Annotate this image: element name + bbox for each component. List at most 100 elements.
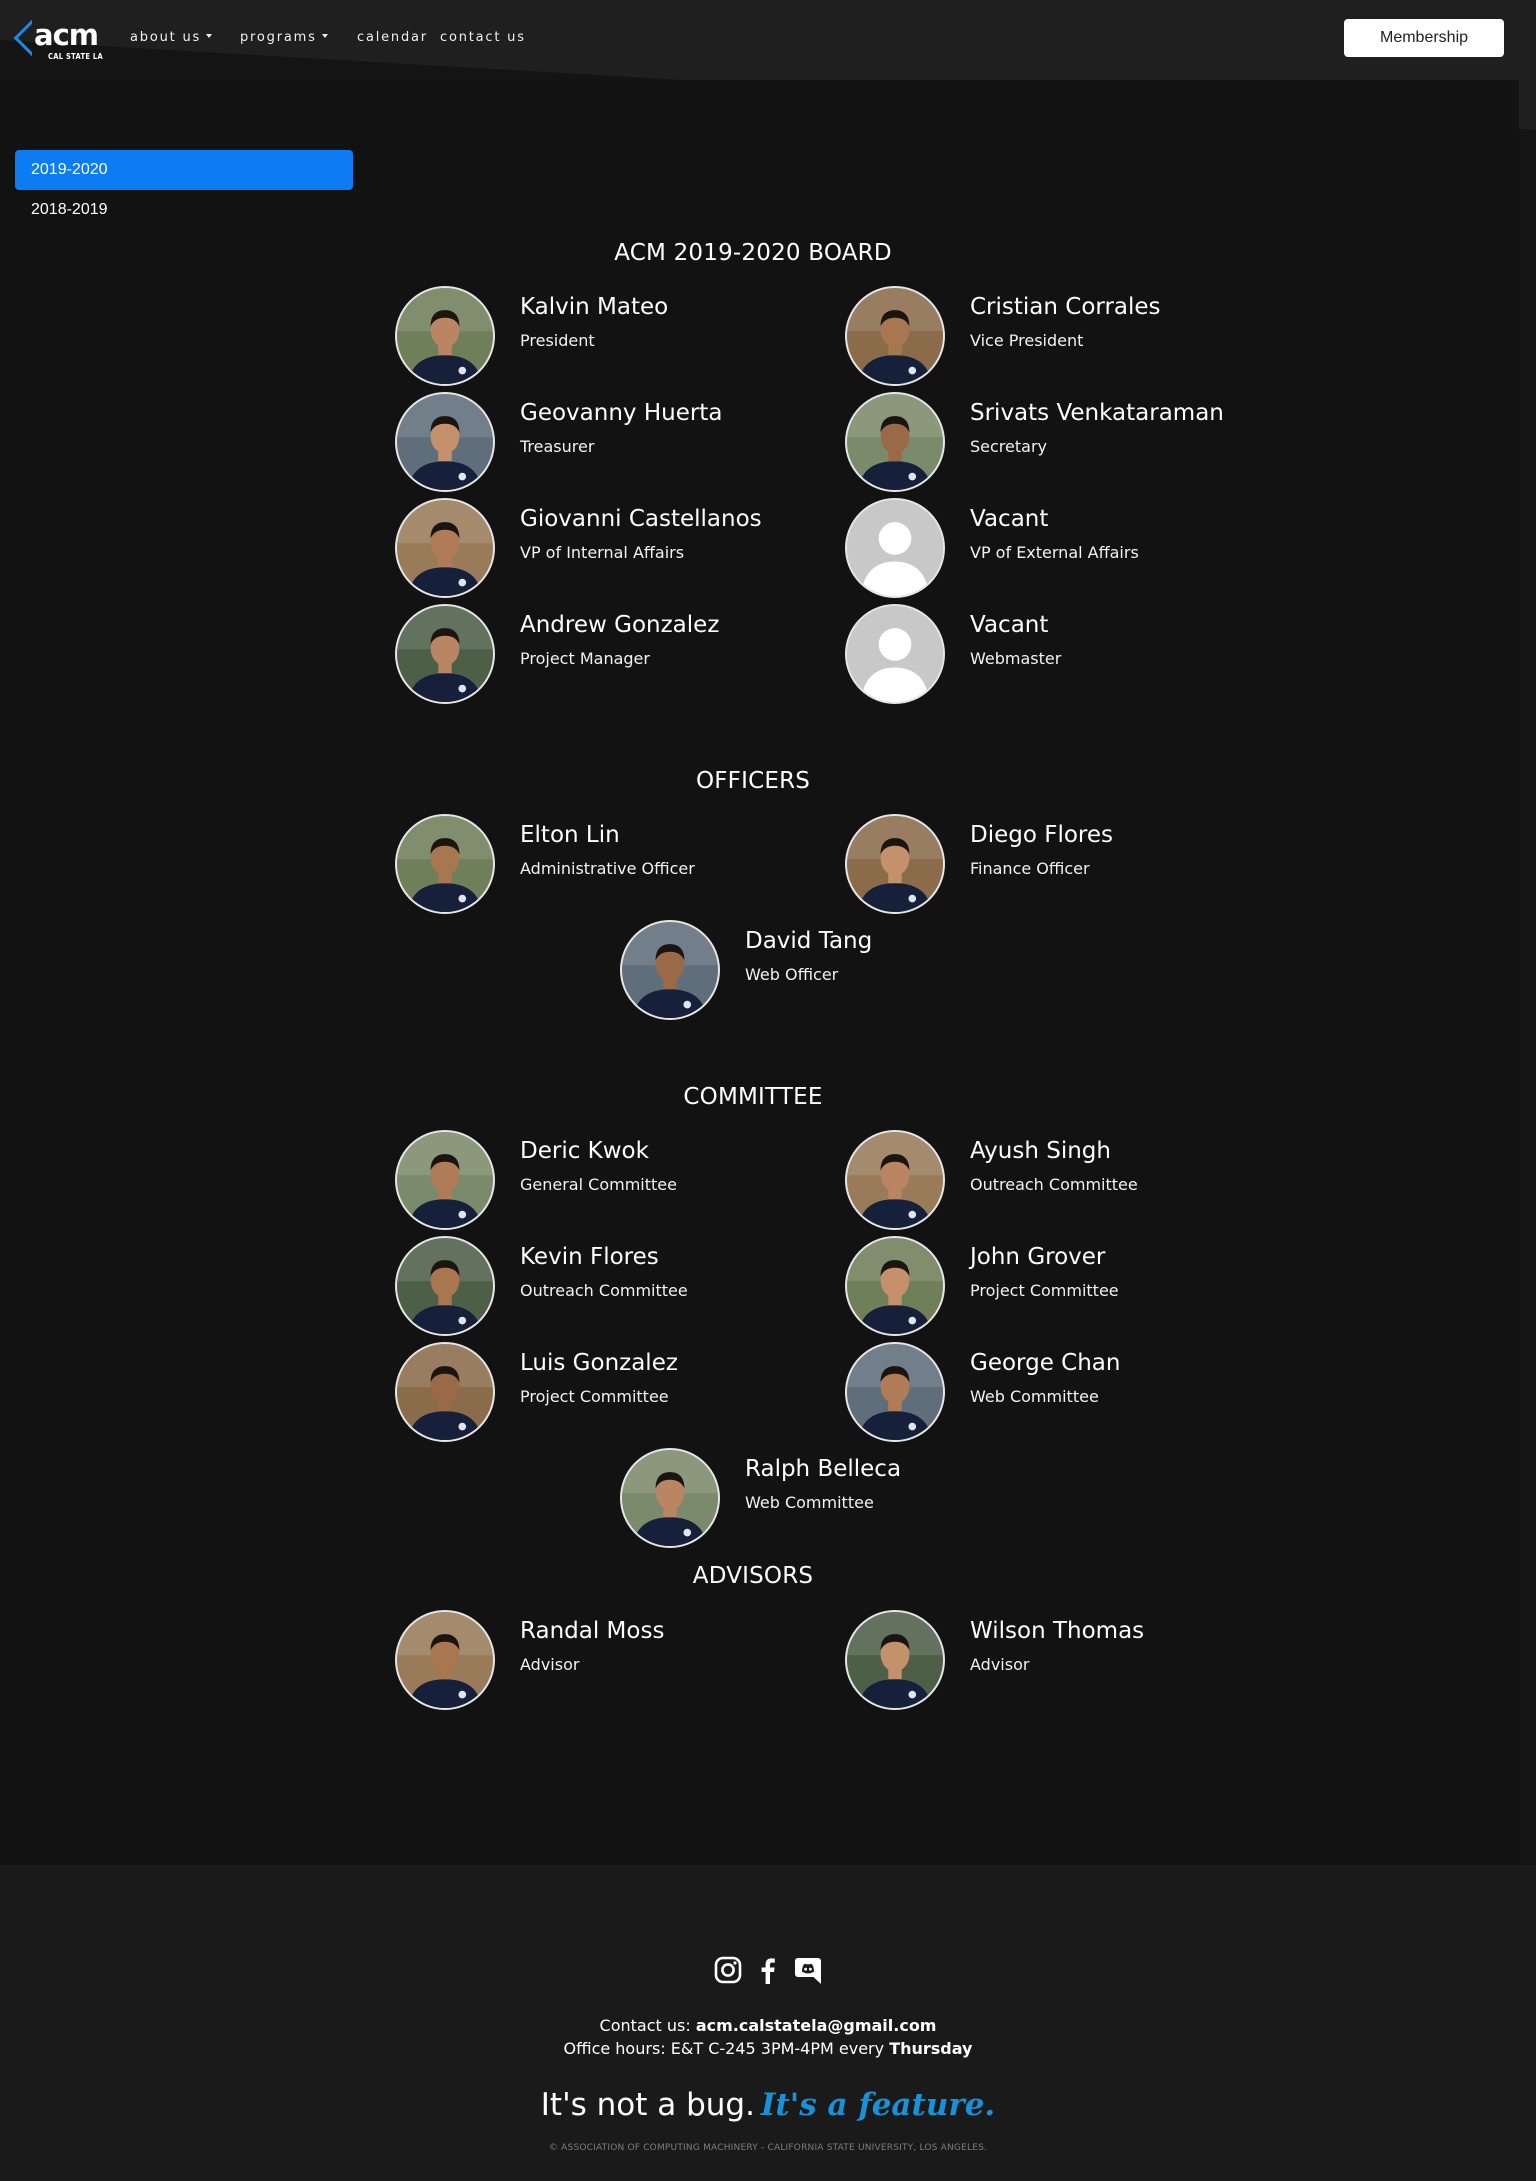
- discord-icon[interactable]: [793, 1955, 823, 1985]
- section-title-committee: COMMITTEE: [683, 1084, 823, 1110]
- member-role: President: [520, 331, 595, 350]
- section-title-board: ACM 2019-2020 BOARD: [614, 240, 892, 266]
- nav-programs-label: programs: [240, 30, 317, 45]
- instagram-icon[interactable]: [713, 1955, 743, 1985]
- member-card: Andrew Gonzalez Project Manager: [395, 604, 835, 706]
- motto-plain: It's not a bug.: [540, 2087, 755, 2123]
- member-photo: [845, 1130, 945, 1230]
- social-links: [0, 1955, 1536, 1985]
- member-name: Elton Lin: [520, 822, 620, 848]
- section-title-officers: OFFICERS: [695, 768, 811, 794]
- member-role: General Committee: [520, 1175, 677, 1194]
- member-name: George Chan: [970, 1350, 1121, 1376]
- member-name: Randal Moss: [520, 1618, 665, 1644]
- member-card: Ralph Belleca Web Committee: [620, 1448, 1060, 1550]
- member-role: Web Committee: [970, 1387, 1099, 1406]
- nav-contact-us[interactable]: contact us: [440, 30, 526, 45]
- member-card: Deric Kwok General Committee: [395, 1130, 835, 1232]
- member-name: Andrew Gonzalez: [520, 612, 720, 638]
- member-photo: [395, 604, 495, 704]
- top-navbar: acm CAL STATE LA about us programs calen…: [0, 0, 1536, 130]
- nav-calendar[interactable]: calendar: [357, 30, 428, 45]
- nav-calendar-label: calendar: [357, 30, 428, 45]
- avatar-placeholder-icon: [845, 498, 945, 598]
- member-role: Advisor: [970, 1655, 1030, 1674]
- member-name: Vacant: [970, 612, 1049, 638]
- contact-line: Contact us: acm.calstatela@gmail.com: [0, 2016, 1536, 2035]
- member-role: Administrative Officer: [520, 859, 695, 878]
- member-name: John Grover: [970, 1244, 1106, 1270]
- contact-prefix: Contact us:: [599, 2016, 696, 2035]
- motto: It's not a bug. It's a feature.: [0, 2087, 1536, 2123]
- member-name: Srivats Venkataraman: [970, 400, 1224, 426]
- member-name: Ayush Singh: [970, 1138, 1111, 1164]
- caret-down-icon: [321, 34, 328, 38]
- member-role: Treasurer: [520, 437, 595, 456]
- member-name: Cristian Corrales: [970, 294, 1161, 320]
- member-role: Secretary: [970, 437, 1047, 456]
- member-name: Geovanny Huerta: [520, 400, 723, 426]
- member-card: David Tang Web Officer: [620, 920, 1060, 1022]
- facebook-icon[interactable]: [753, 1955, 783, 1985]
- nav-about-us[interactable]: about us: [130, 30, 213, 45]
- year-tab-2018-2019[interactable]: 2018-2019: [15, 190, 353, 230]
- copyright-notice: © ASSOCIATION OF COMPUTING MACHINERY - C…: [548, 2143, 988, 2153]
- member-photo: [620, 920, 720, 1020]
- member-role: VP of Internal Affairs: [520, 543, 685, 562]
- member-card: Kevin Flores Outreach Committee: [395, 1236, 835, 1338]
- member-card: Giovanni Castellanos VP of Internal Affai…: [395, 498, 835, 600]
- member-role: Web Officer: [745, 965, 839, 984]
- contact-email-link[interactable]: acm.calstatela@gmail.com: [696, 2016, 937, 2035]
- member-card: Luis Gonzalez Project Committee: [395, 1342, 835, 1444]
- logo-subtext: CAL STATE LA: [48, 52, 104, 61]
- member-card: Elton Lin Administrative Officer: [395, 814, 835, 916]
- member-card: Geovanny Huerta Treasurer: [395, 392, 835, 494]
- member-photo: [395, 286, 495, 386]
- membership-button[interactable]: Membership: [1344, 19, 1504, 57]
- member-card: Vacant Webmaster: [845, 604, 1285, 706]
- section-title-advisors: ADVISORS: [692, 1563, 814, 1589]
- member-role: VP of External Affairs: [970, 543, 1139, 562]
- acm-logo[interactable]: acm CAL STATE LA: [13, 16, 103, 62]
- member-role: Project Committee: [520, 1387, 669, 1406]
- member-role: Finance Officer: [970, 859, 1090, 878]
- member-name: Vacant: [970, 506, 1049, 532]
- member-photo: [845, 1342, 945, 1442]
- member-name: Giovanni Castellanos: [520, 506, 762, 532]
- member-photo: [395, 1130, 495, 1230]
- hours-prefix: Office hours: E&T C-245 3PM-4PM every: [563, 2039, 890, 2058]
- member-card: Kalvin Mateo President: [395, 286, 835, 388]
- nav-programs[interactable]: programs: [240, 30, 328, 45]
- member-photo: [845, 1610, 945, 1710]
- member-photo: [620, 1448, 720, 1548]
- member-photo: [395, 1236, 495, 1336]
- member-photo: [845, 286, 945, 386]
- member-photo: [395, 1610, 495, 1710]
- footer: Contact us: acm.calstatela@gmail.com Off…: [0, 1865, 1536, 2181]
- member-photo: [845, 814, 945, 914]
- member-role: Vice President: [970, 331, 1084, 350]
- member-card: Cristian Corrales Vice President: [845, 286, 1285, 388]
- member-card: Wilson Thomas Advisor: [845, 1610, 1285, 1712]
- nav-about-us-label: about us: [130, 30, 202, 45]
- member-card: Randal Moss Advisor: [395, 1610, 835, 1712]
- member-role: Project Manager: [520, 649, 650, 668]
- motto-accent: It's a feature.: [760, 2087, 996, 2123]
- member-card: Srivats Venkataraman Secretary: [845, 392, 1285, 494]
- member-name: David Tang: [745, 928, 873, 954]
- member-photo: [845, 392, 945, 492]
- member-name: Kevin Flores: [520, 1244, 659, 1270]
- office-hours-line: Office hours: E&T C-245 3PM-4PM every Th…: [0, 2039, 1536, 2058]
- member-card: John Grover Project Committee: [845, 1236, 1285, 1338]
- year-tab-2019-2020[interactable]: 2019-2020: [15, 150, 353, 190]
- member-photo: [395, 814, 495, 914]
- member-card: Vacant VP of External Affairs: [845, 498, 1285, 600]
- member-role: Project Committee: [970, 1281, 1119, 1300]
- member-card: George Chan Web Committee: [845, 1342, 1285, 1444]
- hours-day: Thursday: [889, 2039, 973, 2058]
- member-role: Advisor: [520, 1655, 580, 1674]
- member-photo: [395, 498, 495, 598]
- member-name: Ralph Belleca: [745, 1456, 902, 1482]
- member-card: Diego Flores Finance Officer: [845, 814, 1285, 916]
- member-name: Kalvin Mateo: [520, 294, 669, 320]
